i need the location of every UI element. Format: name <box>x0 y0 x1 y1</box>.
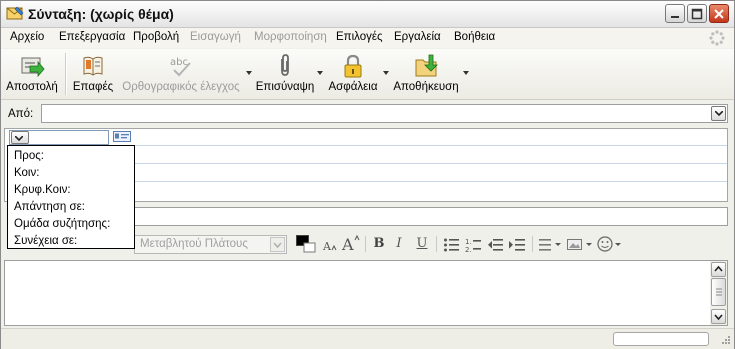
svg-text:A: A <box>322 240 332 253</box>
security-button[interactable]: Ασφάλεια <box>327 49 379 97</box>
spell-check-label: Ορθογραφικός έλεγχος <box>122 81 240 93</box>
from-label: Από: <box>8 108 34 120</box>
toolbar-separator <box>65 53 67 95</box>
minimize-icon <box>671 16 679 18</box>
menu-format[interactable]: Μορφοποίηση <box>254 31 327 43</box>
svg-text:A: A <box>341 235 354 254</box>
address-type-option-newsgroup[interactable]: Ομάδα συζήτησης: <box>14 218 110 230</box>
minimize-button[interactable] <box>665 4 685 23</box>
grip-lines-icon <box>716 288 722 296</box>
menu-tools[interactable]: Εργαλεία <box>394 31 441 43</box>
insert-image-menu-icon[interactable] <box>567 237 595 252</box>
bullet-list-icon[interactable] <box>443 237 459 252</box>
save-label: Αποθήκευση <box>393 81 459 93</box>
menu-file[interactable]: Αρχείο <box>10 31 44 43</box>
message-body-editor[interactable] <box>4 260 728 326</box>
send-button[interactable]: Αποστολή <box>3 49 61 97</box>
menu-help[interactable]: Βοήθεια <box>454 31 495 43</box>
maximize-button[interactable] <box>687 4 707 23</box>
align-menu-icon[interactable] <box>539 237 563 252</box>
address-type-option-cc[interactable]: Κοιν: <box>14 167 39 179</box>
chevron-down-icon <box>715 111 723 116</box>
attach-label: Επισύναψη <box>255 81 315 93</box>
address-type-option-bcc[interactable]: Κρυφ.Κοιν: <box>14 184 71 196</box>
save-folder-icon <box>415 54 438 77</box>
from-dropdown-button[interactable] <box>711 106 726 121</box>
close-icon <box>714 9 724 19</box>
compose-window: Σύνταξη: (χωρίς θέμα) Αρχείο Επεξεργασία… <box>0 0 735 349</box>
svg-text:1.: 1. <box>465 238 472 246</box>
chevron-up-icon <box>714 265 723 272</box>
address-book-icon <box>83 56 103 76</box>
body-vertical-scrollbar[interactable] <box>710 261 727 325</box>
italic-button[interactable]: I <box>393 236 405 252</box>
menu-view[interactable]: Προβολή <box>133 31 179 43</box>
format-separator <box>365 236 366 252</box>
chevron-down-icon <box>273 242 282 249</box>
padlock-icon <box>344 54 362 78</box>
chevron-down-icon <box>15 136 23 141</box>
underline-button[interactable]: U <box>415 236 429 252</box>
address-row-divider <box>135 181 727 182</box>
title-bar[interactable]: Σύνταξη: (χωρίς θέμα) <box>1 1 734 28</box>
bold-button[interactable]: B <box>372 236 386 252</box>
indent-icon[interactable] <box>509 237 525 252</box>
main-toolbar: Αποστολή Επαφές abc Ορθογραφικός έλεγχος <box>1 49 734 100</box>
paperclip-icon <box>281 54 289 76</box>
security-dropdown-icon[interactable] <box>383 71 389 75</box>
larger-font-icon[interactable]: A <box>341 234 361 254</box>
maximize-icon <box>691 8 703 20</box>
format-separator <box>532 236 533 252</box>
attach-dropdown-icon[interactable] <box>317 71 323 75</box>
scroll-down-button[interactable] <box>711 309 726 324</box>
address-type-option-followup-to[interactable]: Συνέχεια σε: <box>14 235 77 247</box>
save-dropdown-icon[interactable] <box>463 71 469 75</box>
chevron-down-icon <box>714 314 723 321</box>
security-label: Ασφάλεια <box>328 81 378 93</box>
save-button[interactable]: Αποθήκευση <box>393 49 459 97</box>
spell-icon-text: abc <box>170 57 188 68</box>
font-family-select[interactable]: Μεταβλητού Πλάτους <box>134 235 287 254</box>
address-type-option-to[interactable]: Προς: <box>14 150 44 162</box>
menu-edit[interactable]: Επεξεργασία <box>59 31 125 43</box>
text-color-icon[interactable] <box>296 235 318 253</box>
close-button[interactable] <box>709 4 729 23</box>
font-family-dropdown-button[interactable] <box>270 237 285 252</box>
address-card-icon[interactable] <box>113 131 131 142</box>
attach-button[interactable]: Επισύναψη <box>255 49 315 97</box>
scroll-thumb[interactable] <box>711 278 726 306</box>
numbered-list-icon[interactable]: 1. 2. <box>465 237 481 252</box>
spell-check-dropdown-icon[interactable] <box>246 71 252 75</box>
window-title: Σύνταξη: (χωρίς θέμα) <box>28 6 174 22</box>
resize-grip-icon[interactable] <box>719 335 731 347</box>
from-account-select[interactable] <box>41 104 728 123</box>
address-row-divider <box>135 163 727 164</box>
emoticon-menu-icon[interactable] <box>597 236 625 253</box>
address-type-select[interactable] <box>9 130 109 145</box>
menu-bar: Αρχείο Επεξεργασία Προβολή Εισαγωγή Μορφ… <box>1 28 734 48</box>
spell-check-button[interactable]: abc Ορθογραφικός έλεγχος <box>121 49 241 97</box>
format-separator <box>436 236 437 252</box>
address-type-option-reply-to[interactable]: Απάντηση σε: <box>14 201 85 213</box>
address-type-menu: Προς: Κοιν: Κρυφ.Κοιν: Απάντηση σε: Ομάδ… <box>7 145 135 249</box>
subject-input[interactable] <box>131 207 728 226</box>
address-type-dropdown-button[interactable] <box>11 131 29 144</box>
svg-text:2.: 2. <box>465 246 472 252</box>
activity-throbber-icon <box>709 30 725 46</box>
address-row-divider <box>135 145 727 146</box>
menu-options[interactable]: Επιλογές <box>336 31 383 43</box>
send-label: Αποστολή <box>6 81 58 93</box>
spell-check-icon: abc <box>170 57 191 77</box>
contacts-label: Επαφές <box>72 81 114 93</box>
menu-insert[interactable]: Εισαγωγή <box>190 31 241 43</box>
status-bar <box>1 328 734 349</box>
smaller-font-icon[interactable]: A <box>321 237 337 253</box>
font-family-value: Μεταβλητού Πλάτους <box>140 238 248 250</box>
outdent-icon[interactable] <box>487 237 503 252</box>
send-icon <box>21 57 45 78</box>
scroll-up-button[interactable] <box>711 262 726 277</box>
contacts-button[interactable]: Επαφές <box>71 49 115 97</box>
compose-envelope-icon <box>6 6 24 20</box>
status-panel <box>613 332 709 346</box>
